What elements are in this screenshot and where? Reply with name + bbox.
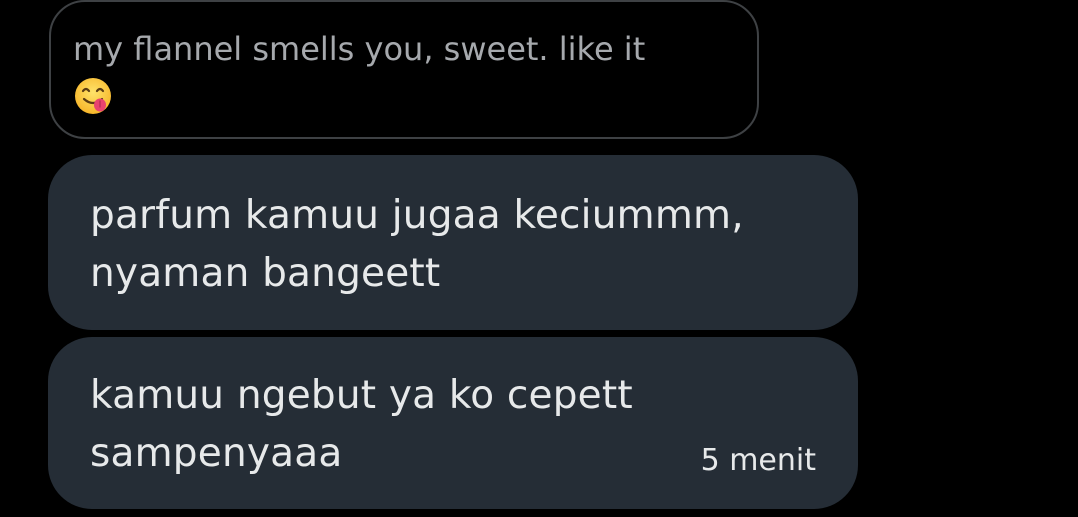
- message-line: kamuu ngebut ya ko cepett: [90, 373, 633, 418]
- message-line: parfum kamuu jugaa keciummm,: [90, 193, 744, 238]
- message-line: nyaman bangeett: [90, 251, 441, 296]
- dm-conversation: my flannel smells you, sweet. like it pa…: [0, 0, 1078, 517]
- message-timestamp: 5 menit: [700, 443, 816, 478]
- quoted-reply-bubble[interactable]: my flannel smells you, sweet. like it: [49, 0, 759, 139]
- face-savoring-food-emoji-icon: [73, 76, 113, 116]
- quoted-reply-text-container: my flannel smells you, sweet. like it: [73, 26, 735, 118]
- message-text: parfum kamuu jugaa keciummm, nyaman bang…: [90, 187, 816, 303]
- message-bubble[interactable]: kamuu ngebut ya ko cepett sampenyaaa 5 m…: [48, 337, 858, 509]
- message-bubble[interactable]: parfum kamuu jugaa keciummm, nyaman bang…: [48, 155, 858, 330]
- quoted-reply-text: my flannel smells you, sweet. like it: [73, 30, 646, 68]
